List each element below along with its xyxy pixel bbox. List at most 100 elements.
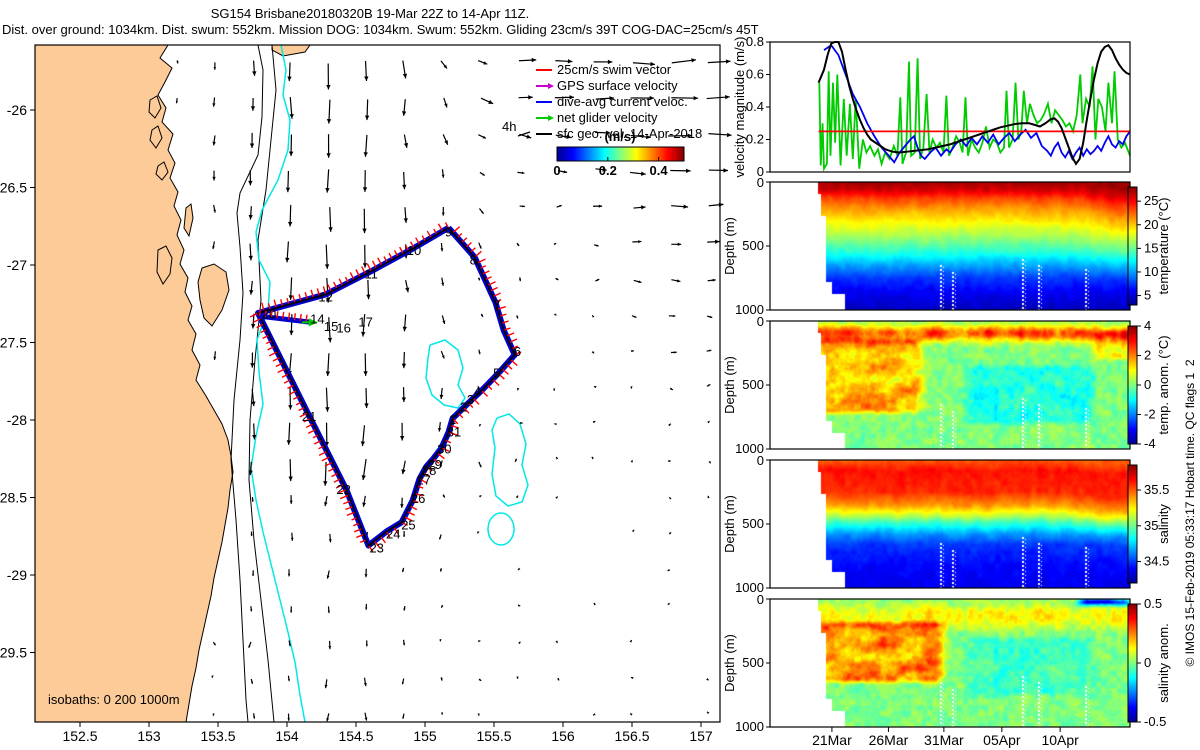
depth-axis-label: Depth (m): [722, 495, 737, 553]
arrow-head: [212, 176, 216, 181]
arrow-head: [286, 440, 292, 445]
arrow-head: [726, 132, 732, 138]
arrow-head: [592, 315, 595, 318]
mainland-coast: [34, 44, 234, 723]
arrow-head: [715, 239, 720, 244]
arrow-head: [630, 386, 633, 389]
arrow-head: [707, 420, 710, 424]
arrow-head: [556, 456, 559, 460]
arrow-head: [402, 184, 407, 190]
arrow-head: [290, 610, 293, 613]
arrow-head: [364, 574, 368, 578]
arrow-head: [252, 573, 255, 577]
arrow-head: [251, 401, 256, 407]
map-colorbar-tick-label: 0.4: [650, 163, 669, 178]
arrow-head: [250, 106, 256, 111]
arrow-head: [249, 143, 255, 149]
waypoint-label-25: 25: [401, 517, 415, 532]
arrow-head: [531, 57, 537, 63]
arrow-head: [251, 323, 256, 329]
arrow-head: [400, 504, 404, 508]
island: [183, 203, 194, 238]
arrow-head: [554, 423, 557, 426]
arrow-head: [248, 180, 253, 186]
plot-svg: 123456789101112141516 1720212223242526272…: [0, 34, 1171, 748]
isobath-1000m: [248, 44, 277, 723]
arrow-head: [326, 118, 332, 124]
colorbar-tick-label: 5: [1144, 288, 1151, 303]
depth-axis-label: Depth (m): [722, 634, 737, 692]
date-tick-label: 10Apr: [1041, 732, 1079, 748]
map-colorbar-tick-label: 0.2: [599, 163, 617, 178]
swim-vector-tick: [299, 313, 302, 322]
arrow-head: [288, 221, 293, 227]
colorbar-title-salinity_anom: salinity anom.: [1156, 623, 1171, 702]
geo-contour-eddy: [425, 339, 466, 409]
depth-tick-label: 0: [757, 314, 764, 329]
lon-tick-label: 154: [275, 728, 299, 744]
arrow-head: [248, 214, 253, 220]
arrow-head: [290, 537, 294, 541]
colorbar-tick-label: 4: [1144, 318, 1151, 333]
map-panel: [34, 44, 529, 723]
arrow-head: [285, 257, 290, 263]
arrow-head: [327, 337, 333, 343]
arrow-head: [403, 534, 406, 537]
lat-tick-label: -27: [7, 257, 27, 273]
arrow-head: [683, 204, 689, 209]
arrow-head: [399, 435, 405, 441]
arrow-head: [706, 678, 709, 681]
colorbar-temp_anom: [1127, 325, 1138, 445]
arrow-head: [673, 314, 676, 318]
depth-tick-label: 500: [742, 655, 764, 670]
section-panel-temp_anom: 05001000Depth (m)-4-2024temp. anom. (°C): [722, 314, 1171, 456]
arrow-head: [288, 476, 293, 482]
vel-y-tick-label: 0.2: [746, 132, 764, 147]
waypoint-label-24: 24: [386, 527, 400, 542]
arrow-head: [364, 115, 370, 121]
velocity-panel: 00.20.40.60.8velocity magnitude (m/s): [732, 34, 1131, 179]
arrow-head: [593, 713, 596, 716]
waypoint-label-9: 9: [445, 224, 452, 239]
colorbar-title-salinity: salinity: [1156, 504, 1171, 544]
arrow-head: [250, 363, 255, 368]
arrow-head: [518, 641, 521, 645]
colorbar-tick-label: 0: [1144, 655, 1151, 670]
colorbar-title-temp_anom: temp. anom. (°C): [1156, 335, 1171, 434]
date-tick-label: 26Mar: [869, 732, 909, 748]
waypoint-label-5: 5: [493, 366, 500, 381]
section-panel-salinity_anom: 0 500 1000 Depth (m) -0.5 0 0.5 salinity anom.: [722, 592, 1171, 734]
arrow-head: [326, 84, 331, 90]
legend-marker-head: [548, 83, 554, 89]
colorbar-tick-label: 0: [1144, 377, 1151, 392]
swim-vector-tick: [305, 314, 308, 322]
arrow-head: [250, 533, 253, 537]
lat-tick-label: -26.5: [0, 180, 27, 196]
geo-contour-eddy: [491, 413, 529, 507]
arrow-head: [363, 371, 368, 376]
section-panel-salinity: 05001000Depth (m)34.53535.5salinity: [722, 453, 1171, 595]
map-colorbar-title: (m/s): [604, 129, 635, 144]
velocity-series-net-glider-velocity: [818, 58, 1131, 172]
vel-y-tick-label: 0.4: [746, 99, 764, 114]
waypoint-label-8: 8: [470, 252, 477, 267]
arrow-head: [723, 168, 728, 173]
arrow-head: [287, 573, 291, 577]
arrow-head: [289, 330, 294, 336]
arrow-head: [440, 248, 444, 252]
swim-vector-tick: [276, 311, 279, 319]
arrow-head: [285, 187, 291, 193]
lon-tick-label: 154.5: [338, 728, 373, 744]
colorbar-salinity_anom: [1127, 603, 1138, 723]
depth-axis-label: Depth (m): [722, 217, 737, 275]
section-frame: [769, 598, 1131, 728]
arrow-head: [667, 602, 671, 605]
arrow-head: [288, 151, 294, 157]
arrow-head: [674, 351, 677, 354]
arrow-head: [364, 403, 369, 408]
date-tick-label: 31Mar: [924, 732, 964, 748]
waypoint-label-31: 31: [447, 424, 461, 439]
waypoint-label-29: 29: [427, 457, 441, 472]
swim-vector-tick: [287, 312, 291, 320]
arrow-head: [324, 264, 330, 269]
